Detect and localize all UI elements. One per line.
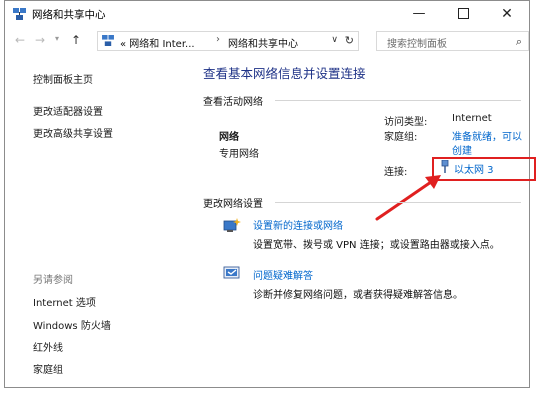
breadcrumb-network-internet[interactable]: « 网络和 Inter...	[120, 35, 195, 50]
access-type-label: 访问类型:	[384, 117, 428, 128]
see-also-windows-firewall[interactable]: Windows 防火墙	[33, 317, 111, 332]
setup-new-connection-description: 设置宽带、拨号或 VPN 连接；或设置路由器或接入点。	[253, 240, 500, 251]
maximize-button[interactable]	[441, 1, 485, 27]
chevron-down-icon[interactable]: ∨	[331, 35, 338, 45]
see-also-internet-options[interactable]: Internet 选项	[33, 294, 96, 309]
page-title: 查看基本网络信息并设置连接	[203, 66, 366, 81]
homegroup-label: 家庭组:	[384, 132, 418, 143]
section-divider	[275, 202, 521, 203]
breadcrumb-sharing-center[interactable]: 网络和共享中心	[228, 35, 298, 50]
up-button[interactable]: ↑	[71, 33, 81, 47]
sidebar-control-panel-home[interactable]: 控制面板主页	[33, 71, 93, 86]
see-also-infrared[interactable]: 红外线	[33, 339, 63, 354]
troubleshoot-icon	[223, 266, 240, 279]
setup-new-connection-link[interactable]: 设置新的连接或网络	[253, 217, 343, 232]
section-divider	[275, 100, 521, 101]
refresh-icon[interactable]: ↻	[345, 34, 354, 47]
title-bar: 网络和共享中心 — ✕	[5, 1, 529, 27]
sidebar-change-adapter-settings[interactable]: 更改适配器设置	[33, 103, 103, 118]
search-placeholder: 搜索控制面板	[387, 39, 447, 50]
search-box[interactable]: 搜索控制面板 ⌕	[376, 31, 529, 51]
homegroup-link-line1[interactable]: 准备就绪，可以	[452, 128, 522, 143]
access-type-value: Internet	[452, 113, 492, 124]
change-network-settings-heading: 更改网络设置	[203, 199, 263, 210]
connection-ethernet-link[interactable]: 以太网 3	[454, 161, 494, 176]
troubleshoot-description: 诊断并修复网络问题，或者获得疑难解答信息。	[253, 290, 463, 301]
window-title: 网络和共享中心	[32, 9, 106, 21]
breadcrumb-separator: ›	[216, 34, 220, 45]
network-name: 网络	[219, 132, 239, 143]
annotation-arrow	[375, 175, 441, 221]
troubleshoot-link[interactable]: 问题疑难解答	[253, 267, 313, 282]
network-center-icon	[13, 8, 26, 20]
homegroup-link-line2[interactable]: 创建	[452, 142, 472, 157]
active-networks-heading: 查看活动网络	[203, 97, 263, 108]
address-bar[interactable]: « 网络和 Inter... › 网络和共享中心 ∨ ↻	[97, 31, 359, 51]
back-button[interactable]: ←	[15, 33, 25, 47]
see-also-homegroup[interactable]: 家庭组	[33, 361, 63, 376]
new-connection-icon	[223, 218, 241, 232]
recent-locations-dropdown[interactable]: ▾	[55, 34, 59, 43]
navigation-bar: ← → ▾ ↑ « 网络和 Inter... › 网络和共享中心 ∨ ↻ 搜索控…	[5, 28, 529, 54]
close-button[interactable]: ✕	[485, 1, 529, 27]
network-sharing-window: 网络和共享中心 — ✕ ← → ▾ ↑ « 网络和 Inter... › 网络和…	[4, 0, 536, 388]
search-icon[interactable]: ⌕	[516, 35, 522, 49]
network-center-icon	[102, 35, 114, 46]
minimize-button[interactable]: —	[397, 1, 441, 27]
forward-button[interactable]: →	[35, 33, 45, 47]
network-type: 专用网络	[219, 149, 259, 160]
sidebar-change-sharing-settings[interactable]: 更改高级共享设置	[33, 125, 113, 140]
see-also-heading: 另请参阅	[33, 275, 73, 286]
